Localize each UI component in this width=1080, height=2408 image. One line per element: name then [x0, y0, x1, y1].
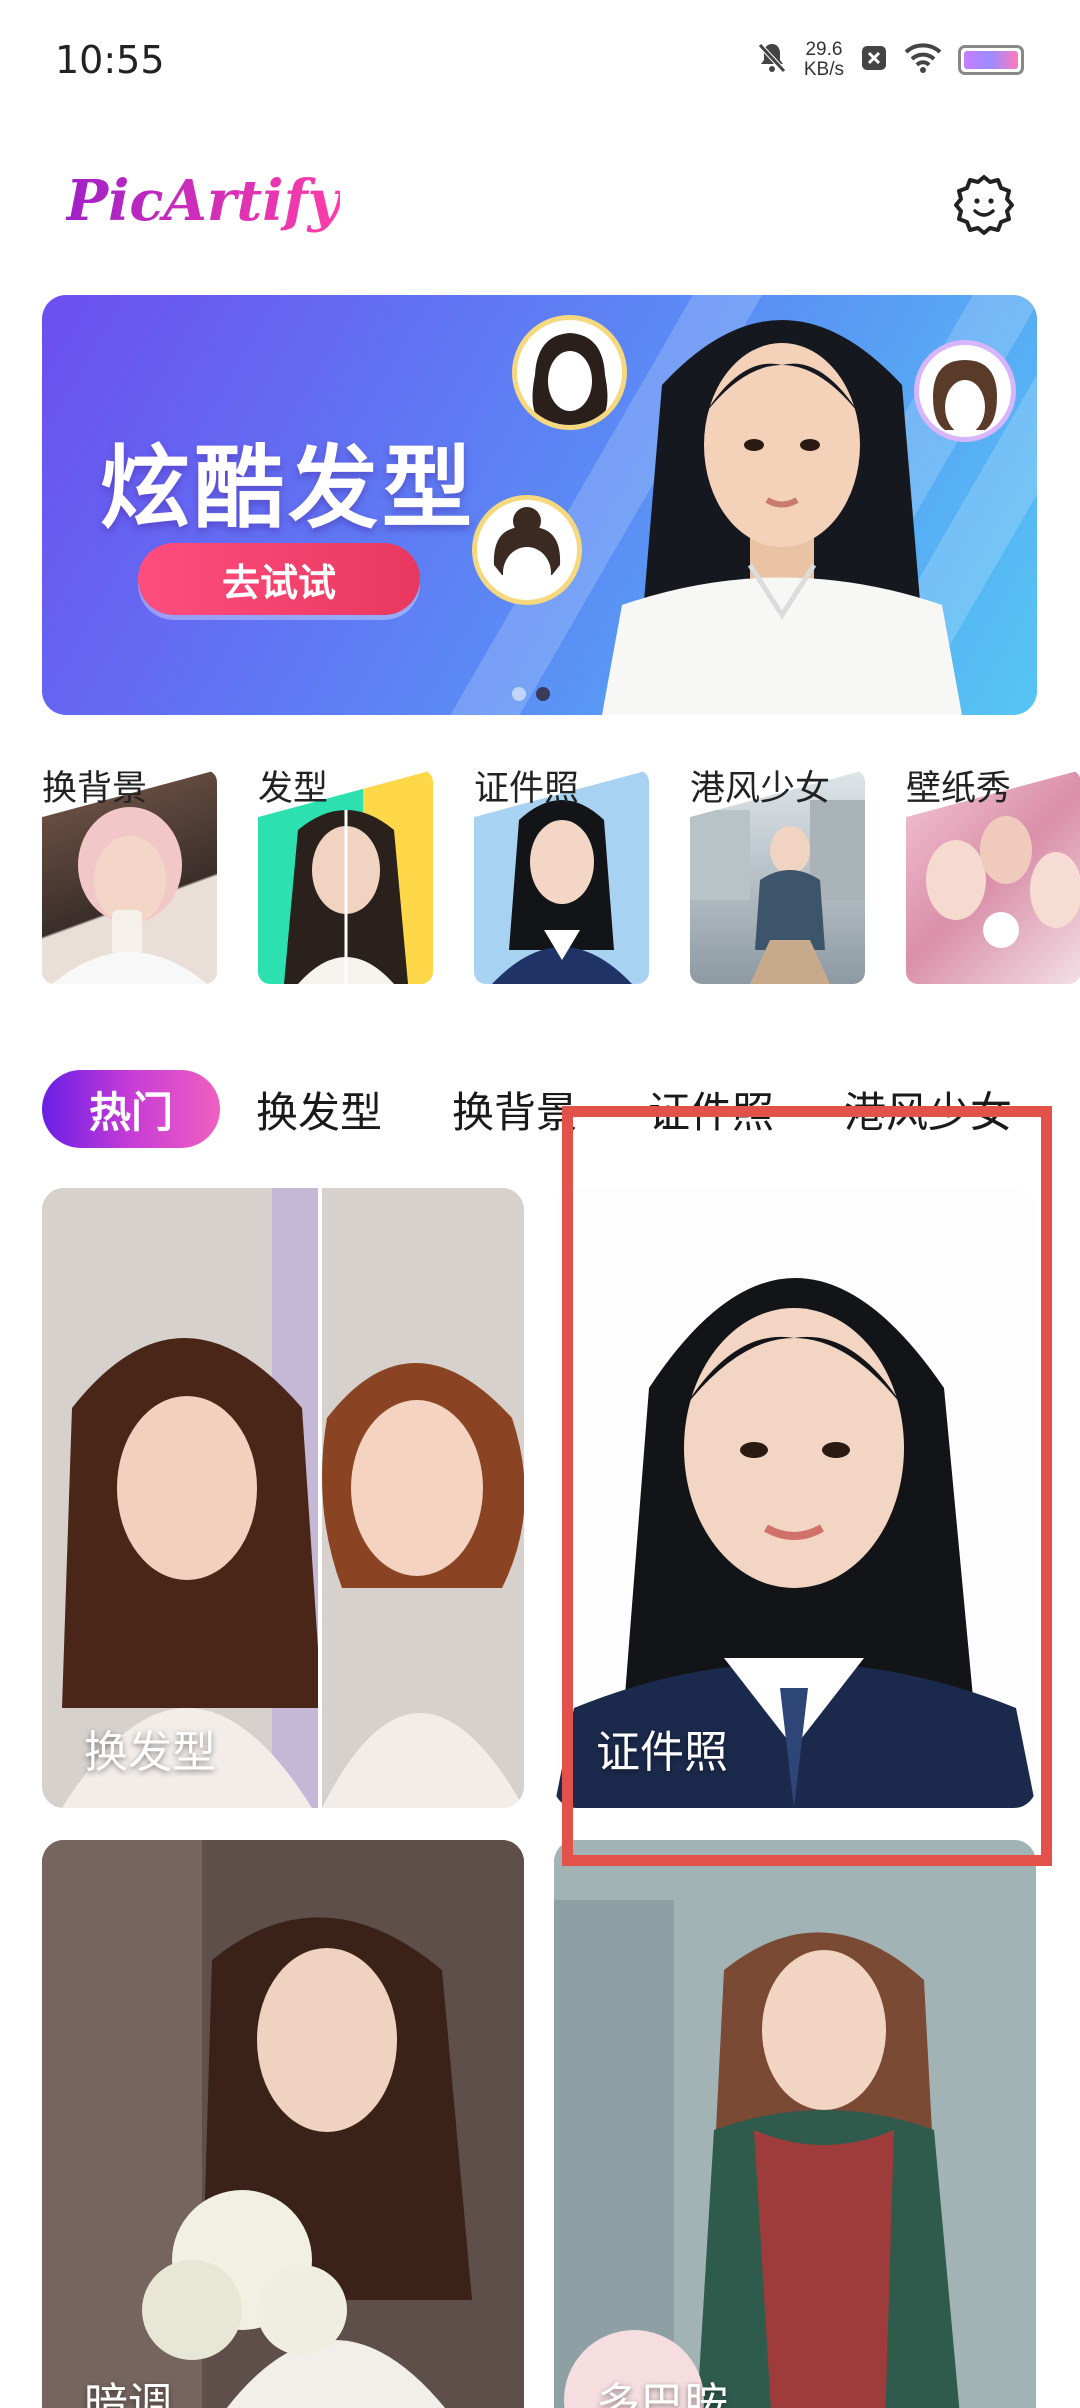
network-speed-value: 29.6 [805, 39, 843, 60]
status-time: 10:55 [55, 38, 165, 82]
x-badge-icon [860, 44, 888, 76]
shortcut-label: 发型 [258, 769, 329, 809]
shortcut-label: 港风少女 [690, 769, 831, 809]
card-label: 多巴胺 [596, 2379, 728, 2408]
status-icons: 29.6 KB/s [756, 40, 1024, 80]
card-image [554, 1840, 1036, 2408]
template-card-dopamine[interactable]: 多巴胺 [554, 1840, 1036, 2408]
card-label: 证件照 [596, 1727, 728, 1778]
shortcut-hk-style-girl[interactable]: 港风少女 [690, 760, 865, 984]
template-card-change-hairstyle[interactable]: 换发型 [42, 1188, 524, 1808]
banner-model-image [602, 320, 962, 715]
card-label: 暗调 [84, 2379, 172, 2408]
card-image [42, 1840, 524, 2408]
template-card-id-photo[interactable]: 证件照 [554, 1188, 1036, 1808]
template-card-dark-tone[interactable]: 暗调 [42, 1840, 524, 2408]
banner-try-button[interactable]: 去试试 [138, 543, 420, 615]
card-image [42, 1188, 524, 1808]
gear-smile-icon [954, 175, 1014, 235]
promo-banner[interactable]: 炫酷发型 去试试 [42, 295, 1037, 715]
shortcut-wallpaper-show[interactable]: 壁纸秀 [906, 760, 1080, 984]
card-image [554, 1188, 1036, 1808]
tab-change-hairstyle[interactable]: 换发型 [256, 1079, 382, 1140]
hairstyle-option-3[interactable] [914, 340, 1016, 442]
app-header: PicArtify [0, 150, 1080, 260]
hair-wig-icon [532, 333, 607, 425]
shortcut-hairstyle[interactable]: 发型 [258, 760, 433, 984]
app-home-screen: 10:55 29.6 KB/s PicArtify 炫酷发型 去试试 换背景 发… [0, 0, 1080, 2408]
hair-bob-icon [933, 360, 997, 434]
pagination-dot-active[interactable] [536, 687, 550, 701]
banner-title: 炫酷发型 [100, 436, 476, 541]
tab-hot[interactable]: 热门 [42, 1070, 220, 1148]
hair-bun-icon [493, 507, 561, 599]
shortcut-label: 换背景 [42, 769, 148, 809]
settings-button[interactable] [948, 170, 1020, 242]
hairstyle-option-1[interactable] [512, 315, 627, 430]
shortcut-label: 壁纸秀 [906, 769, 1012, 809]
category-tabs: 热门 换发型 换背景 证件照 港风少女 [42, 1068, 1080, 1150]
battery-icon [958, 45, 1024, 75]
status-bar: 10:55 29.6 KB/s [0, 0, 1080, 130]
shortcut-label: 证件照 [474, 769, 580, 809]
network-speed-unit: KB/s [803, 59, 844, 80]
bell-muted-icon [756, 41, 788, 79]
shortcut-change-background[interactable]: 换背景 [42, 760, 217, 984]
shortcut-id-photo[interactable]: 证件照 [474, 760, 649, 984]
hairstyle-option-2[interactable] [472, 495, 582, 605]
battery-level-fill [964, 51, 1018, 69]
wifi-icon [904, 43, 942, 77]
pagination-dot[interactable] [512, 687, 526, 701]
feature-shortcuts: 换背景 发型 证件照 港风少女 壁纸秀 [42, 760, 1080, 990]
tab-change-background[interactable]: 换背景 [452, 1079, 578, 1140]
tab-id-photo[interactable]: 证件照 [648, 1079, 774, 1140]
card-label: 换发型 [84, 1727, 216, 1778]
network-speed: 29.6 KB/s [804, 40, 844, 80]
tab-hk-style-girl[interactable]: 港风少女 [844, 1079, 1012, 1140]
app-logo: PicArtify [66, 168, 341, 234]
banner-pagination [512, 687, 550, 701]
